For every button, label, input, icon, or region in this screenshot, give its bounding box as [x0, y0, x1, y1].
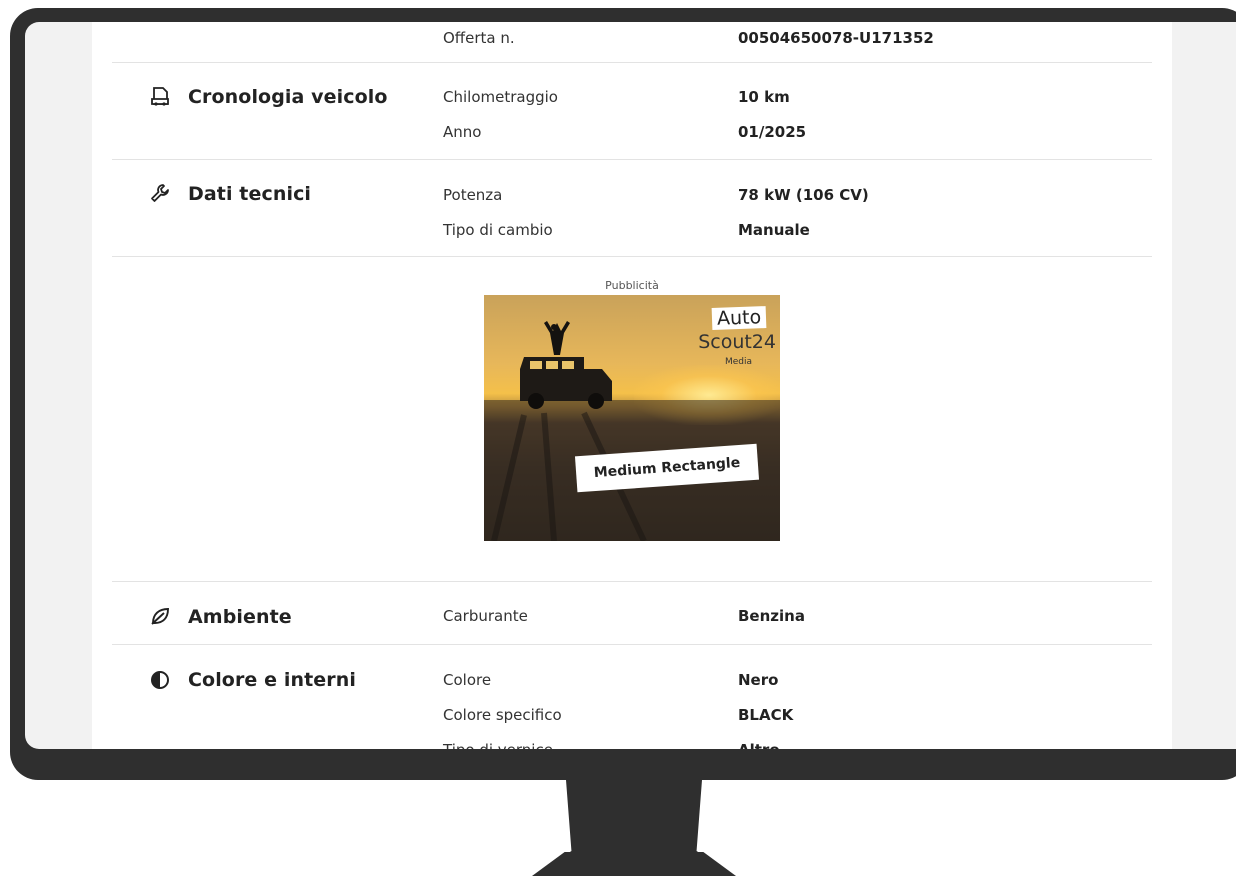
specific-color-value: BLACK	[738, 706, 794, 724]
monitor-screen: Offerta n. 00504650078-U171352 Cronologi…	[25, 22, 1236, 749]
color-value: Nero	[738, 671, 779, 689]
fuel-value: Benzina	[738, 607, 805, 625]
section-title: Ambiente	[188, 606, 292, 628]
divider	[112, 159, 1152, 160]
year-value: 01/2025	[738, 123, 807, 141]
ad-medium-rectangle[interactable]: Auto Scout24 Media Medium Rectangle	[484, 295, 780, 541]
ad-logo-auto: Auto	[711, 306, 767, 330]
power-value: 78 kW (106 CV)	[738, 186, 869, 204]
ad-logo-scout: Scout24	[698, 331, 776, 353]
half-circle-icon	[151, 671, 169, 689]
section-title: Dati tecnici	[188, 183, 312, 205]
leaf-icon	[151, 608, 169, 625]
offer-number-value: 00504650078-U171352	[738, 29, 934, 47]
divider	[112, 256, 1152, 257]
gearbox-label: Tipo di cambio	[443, 221, 553, 239]
mileage-value: 10 km	[738, 88, 790, 106]
section-title: Cronologia veicolo	[188, 86, 388, 108]
color-label: Colore	[443, 671, 492, 689]
vehicle-history-icon	[151, 87, 169, 106]
year-label: Anno	[443, 123, 482, 141]
ad-logo-media: Media	[724, 357, 752, 367]
fuel-label: Carburante	[443, 607, 528, 625]
divider	[112, 581, 1152, 582]
specific-color-label: Colore specifico	[443, 706, 562, 724]
section-title: Colore e interni	[188, 669, 356, 691]
paint-type-value: Altro	[738, 741, 780, 749]
divider	[112, 62, 1152, 63]
offer-number-label: Offerta n.	[443, 29, 515, 47]
power-label: Potenza	[443, 186, 503, 204]
divider	[112, 644, 1152, 645]
monitor-stand-base	[532, 852, 736, 876]
gearbox-value: Manuale	[738, 221, 810, 239]
vehicle-details-panel: Offerta n. 00504650078-U171352 Cronologi…	[92, 22, 1172, 749]
paint-type-label: Tipo di vernice	[443, 741, 553, 749]
mileage-label: Chilometraggio	[443, 88, 558, 106]
ad-caption: Pubblicità	[605, 279, 659, 292]
wrench-icon	[151, 184, 169, 202]
